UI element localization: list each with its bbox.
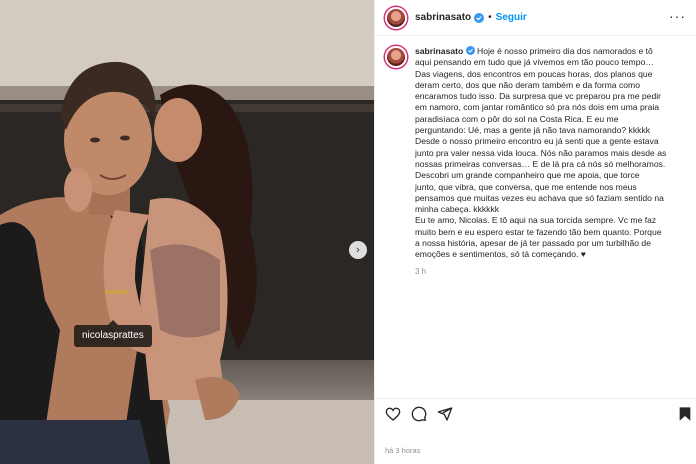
caption-comment: sabrinasato Hoje é nosso primeiro dia do… — [375, 36, 696, 277]
author-avatar[interactable] — [385, 6, 407, 29]
caption-line: nossas primeiras conversas… E de lá pra … — [415, 158, 666, 169]
caption-text: sabrinasato Hoje é nosso primeiro dia do… — [415, 46, 677, 277]
caption-line: aqui pensando em tudo que já vivemos em … — [415, 57, 654, 68]
couple-photo-illustration — [0, 0, 374, 464]
separator-dot: • — [488, 12, 492, 23]
caption-line: perguntando: Ué, mas a gente já não tava… — [415, 125, 651, 136]
caption-line: deram certo, dos que não deram também e … — [415, 79, 640, 90]
caption-line-text: Hoje é nosso primeiro dia dos namorados … — [477, 46, 653, 56]
comment-timestamp: 3 h — [415, 266, 427, 276]
follow-button[interactable]: Seguir — [496, 12, 527, 23]
caption-author-avatar[interactable] — [385, 46, 407, 68]
caption-line: Desde o nosso primeiro encontro eu já se… — [415, 136, 659, 147]
caption-line: a nossa história, apesar de já ter passa… — [415, 238, 651, 249]
caption-line: emoções e sentimentos, só tá começando. … — [415, 249, 586, 260]
post-header: sabrinasato • Seguir ··· — [375, 0, 696, 36]
caption-line: pensamos que muitas vezes eu achava que … — [415, 192, 664, 203]
post-sidebar: sabrinasato • Seguir ··· sabrinasato Hoj… — [374, 0, 696, 464]
more-options-icon[interactable]: ··· — [669, 8, 686, 24]
verified-badge-icon — [465, 46, 475, 55]
caption-line: sabrinasato Hoje é nosso primeiro dia do… — [415, 46, 677, 57]
caption-line: Eu te amo, Nicolas. E tô aqui na sua tor… — [415, 215, 657, 226]
caption-line: em namoro, com jantar romântico só pra n… — [415, 102, 660, 113]
post-actions-bar — [375, 398, 696, 424]
comment-icon[interactable] — [411, 406, 427, 422]
user-tag-label[interactable]: nicolasprattes — [74, 320, 152, 347]
caption-line: junto pra valer nessa vida louca. Nós nã… — [415, 147, 667, 158]
caption-line: Das viagens, dos encontros em poucas hor… — [415, 68, 653, 79]
caption-line: paradisíaca com o pôr do sol na Costa Ri… — [415, 113, 619, 124]
caption-line: junto, que vibra, que conversa, que me e… — [415, 181, 637, 192]
bookmark-icon[interactable] — [677, 406, 693, 422]
caption-author-username[interactable]: sabrinasato — [415, 46, 463, 56]
verified-badge-icon — [474, 12, 485, 23]
caption-line: encaramos tudo isso. Da surpresa que vc … — [415, 91, 662, 102]
caption-line: Descobri um grande companheiro que me ap… — [415, 170, 640, 181]
share-icon[interactable] — [437, 406, 453, 422]
heart-icon[interactable] — [385, 406, 401, 422]
post-timestamp: há 3 horas — [385, 446, 421, 455]
author-username[interactable]: sabrinasato — [415, 12, 471, 23]
next-photo-arrow-icon[interactable]: › — [349, 241, 367, 259]
caption-line: minha cabeça. kkkkkk — [415, 204, 500, 215]
caption-line: muito bem e eu espero estar te fazendo t… — [415, 226, 662, 237]
post-photo[interactable]: nicolasprattes › — [0, 0, 374, 464]
